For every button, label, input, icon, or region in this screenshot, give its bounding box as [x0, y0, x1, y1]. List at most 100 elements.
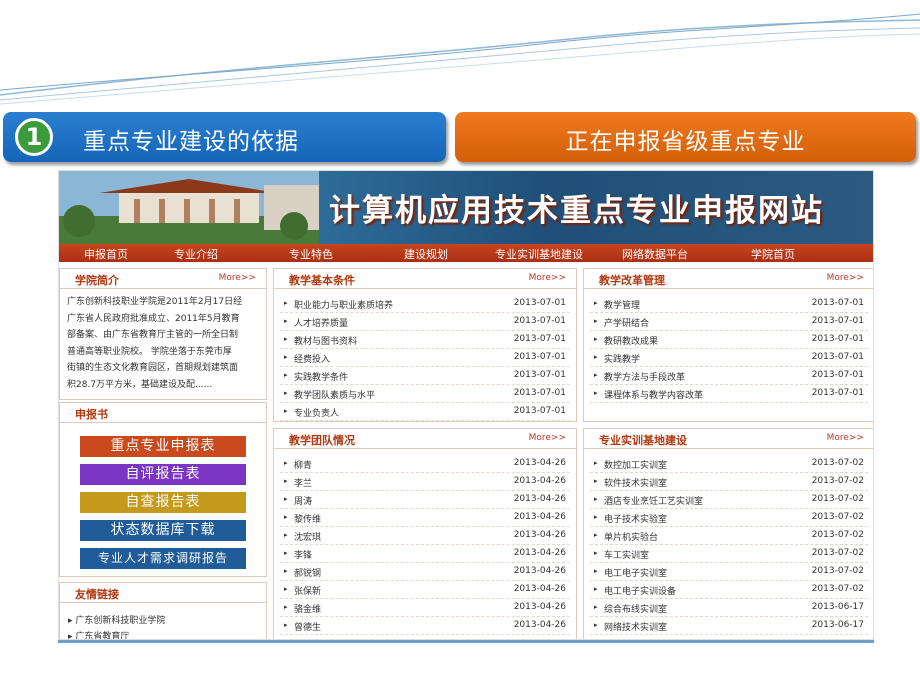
list-item-name[interactable]: 曾德生	[294, 620, 321, 633]
list-item[interactable]: ▸ 周涛 2013-04-26	[274, 491, 576, 509]
list-item[interactable]: ▸ 数控加工实训室 2013-07-02	[584, 455, 873, 473]
list-item[interactable]: ▸ 产学研结合 2013-07-01	[584, 313, 873, 331]
list-item[interactable]: ▸ 实践教学 2013-07-01	[584, 349, 873, 367]
intro-line: 部备案、由广东省教育厅主管的一所全日制	[67, 330, 239, 340]
list-item-name[interactable]: 教研教改成果	[604, 334, 658, 347]
list-item-name[interactable]: 课程体系与教学内容改革	[604, 388, 703, 401]
self-check-button[interactable]: 自查报告表	[80, 492, 246, 513]
nav-item-home[interactable]: 申报首页	[84, 246, 128, 262]
list-item-date: 2013-07-01	[811, 298, 864, 308]
list-item[interactable]: ▸ 柳青 2013-04-26	[274, 455, 576, 473]
list-item-name[interactable]: 酒店专业烹饪工艺实训室	[604, 494, 703, 507]
list-item-name[interactable]: 产学研结合	[604, 316, 649, 329]
list-item-name[interactable]: 实践教学	[604, 352, 640, 365]
list-item-name[interactable]: 软件技术实训室	[604, 476, 667, 489]
nav-item-training[interactable]: 专业实训基地建设	[495, 246, 583, 262]
intro-more-link[interactable]: More>>	[219, 273, 256, 283]
bullet-icon: ▸	[284, 477, 288, 485]
apply-form-button[interactable]: 重点专业申报表	[80, 436, 246, 457]
friend-link[interactable]: ▸ 广东创新科技职业学院	[68, 613, 165, 626]
list-item-date: 2013-07-01	[513, 370, 566, 380]
status-db-button[interactable]: 状态数据库下载	[80, 520, 246, 541]
list-item-name[interactable]: 综合布线实训室	[604, 602, 667, 615]
list-item-date: 2013-04-26	[513, 476, 566, 486]
basics-more-link[interactable]: More>>	[529, 273, 566, 283]
nav-item-intro[interactable]: 专业介绍	[174, 246, 218, 262]
nav-item-plan[interactable]: 建设规划	[404, 246, 448, 262]
list-item[interactable]: ▸ 综合布线实训室 2013-06-17	[584, 599, 873, 617]
list-item-name[interactable]: 专业负责人	[294, 406, 339, 419]
list-item[interactable]: ▸ 职业能力与职业素质培养 2013-07-01	[274, 295, 576, 313]
list-item-name[interactable]: 人才培养质量	[294, 316, 348, 329]
list-item[interactable]: ▸ 车工实训室 2013-07-02	[584, 545, 873, 563]
list-item[interactable]: ▸ 教学团队素质与水平 2013-07-01	[274, 385, 576, 403]
list-item-name[interactable]: 电工电子实训室	[604, 566, 667, 579]
list-item-name[interactable]: 李锋	[294, 548, 312, 561]
list-item[interactable]: ▸ 沈宏琪 2013-04-26	[274, 527, 576, 545]
list-item-name[interactable]: 电子技术实验室	[604, 512, 667, 525]
bullet-icon: ▸	[594, 477, 598, 485]
nav-item-features[interactable]: 专业特色	[289, 246, 333, 262]
list-item-date: 2013-04-26	[513, 620, 566, 630]
nav-item-college[interactable]: 学院首页	[751, 246, 795, 262]
talent-survey-button[interactable]: 专业人才需求调研报告	[80, 548, 246, 569]
list-item-name[interactable]: 教学管理	[604, 298, 640, 311]
reform-more-link[interactable]: More>>	[827, 273, 864, 283]
list-item[interactable]: ▸ 郝锐钢 2013-04-26	[274, 563, 576, 581]
list-item-date: 2013-07-02	[811, 476, 864, 486]
list-item-name[interactable]: 柳青	[294, 458, 312, 471]
list-item-name[interactable]: 沈宏琪	[294, 530, 321, 543]
section-title: 重点专业建设的依据	[83, 129, 299, 155]
bullet-icon: ▸	[284, 459, 288, 467]
list-item[interactable]: ▸ 教学管理 2013-07-01	[584, 295, 873, 313]
list-item[interactable]: ▸ 张保新 2013-04-26	[274, 581, 576, 599]
list-item-name[interactable]: 教学团队素质与水平	[294, 388, 375, 401]
list-item[interactable]: ▸ 曾德生 2013-04-26	[274, 617, 576, 635]
list-item[interactable]: ▸ 酒店专业烹饪工艺实训室 2013-07-02	[584, 491, 873, 509]
row-divider	[280, 634, 570, 635]
list-item-name[interactable]: 教学方法与手段改革	[604, 370, 685, 383]
list-item-name[interactable]: 电工电子实训设备	[604, 584, 676, 597]
self-eval-button[interactable]: 自评报告表	[80, 464, 246, 485]
list-item[interactable]: ▸ 实践教学条件 2013-07-01	[274, 367, 576, 385]
list-item[interactable]: ▸ 专业负责人 2013-07-01	[274, 403, 576, 421]
list-item-name[interactable]: 网络技术实训室	[604, 620, 667, 633]
list-item-name[interactable]: 经费投入	[294, 352, 330, 365]
list-item[interactable]: ▸ 黎传维 2013-04-26	[274, 509, 576, 527]
list-item[interactable]: ▸ 教研教改成果 2013-07-01	[584, 331, 873, 349]
list-item-name[interactable]: 单片机实验台	[604, 530, 658, 543]
list-item-date: 2013-07-01	[811, 370, 864, 380]
list-item-name[interactable]: 教材与图书资料	[294, 334, 357, 347]
list-item[interactable]: ▸ 人才培养质量 2013-07-01	[274, 313, 576, 331]
list-item-name[interactable]: 车工实训室	[604, 548, 649, 561]
list-item[interactable]: ▸ 单片机实验台 2013-07-02	[584, 527, 873, 545]
apply-panel: 申报书 重点专业申报表 自评报告表 自查报告表 状态数据库下载 专业人才需求调研…	[59, 402, 267, 577]
list-item-date: 2013-07-01	[513, 316, 566, 326]
list-item[interactable]: ▸ 电子技术实验室 2013-07-02	[584, 509, 873, 527]
list-item[interactable]: ▸ 经费投入 2013-07-01	[274, 349, 576, 367]
list-item-date: 2013-04-26	[513, 584, 566, 594]
list-item[interactable]: ▸ 电工电子实训设备 2013-07-02	[584, 581, 873, 599]
list-item-name[interactable]: 周涛	[294, 494, 312, 507]
list-item-name[interactable]: 数控加工实训室	[604, 458, 667, 471]
list-item-name[interactable]: 实践教学条件	[294, 370, 348, 383]
list-item-name[interactable]: 职业能力与职业素质培养	[294, 298, 393, 311]
list-item[interactable]: ▸ 网络技术实训室 2013-06-17	[584, 617, 873, 635]
list-item[interactable]: ▸ 软件技术实训室 2013-07-02	[584, 473, 873, 491]
list-item-name[interactable]: 骆金维	[294, 602, 321, 615]
list-item-name[interactable]: 张保新	[294, 584, 321, 597]
list-item[interactable]: ▸ 课程体系与教学内容改革 2013-07-01	[584, 385, 873, 403]
list-item-name[interactable]: 李兰	[294, 476, 312, 489]
base-more-link[interactable]: More>>	[827, 433, 864, 443]
nav-item-data[interactable]: 网络数据平台	[622, 246, 688, 262]
list-item-name[interactable]: 郝锐钢	[294, 566, 321, 579]
team-more-link[interactable]: More>>	[529, 433, 566, 443]
list-item[interactable]: ▸ 骆金维 2013-04-26	[274, 599, 576, 617]
list-item-name[interactable]: 黎传维	[294, 512, 321, 525]
list-item[interactable]: ▸ 电工电子实训室 2013-07-02	[584, 563, 873, 581]
list-item[interactable]: ▸ 李锋 2013-04-26	[274, 545, 576, 563]
friend-link[interactable]: ▸ 广东省教育厅	[68, 629, 129, 639]
list-item[interactable]: ▸ 教学方法与手段改革 2013-07-01	[584, 367, 873, 385]
list-item[interactable]: ▸ 教材与图书资料 2013-07-01	[274, 331, 576, 349]
list-item[interactable]: ▸ 李兰 2013-04-26	[274, 473, 576, 491]
